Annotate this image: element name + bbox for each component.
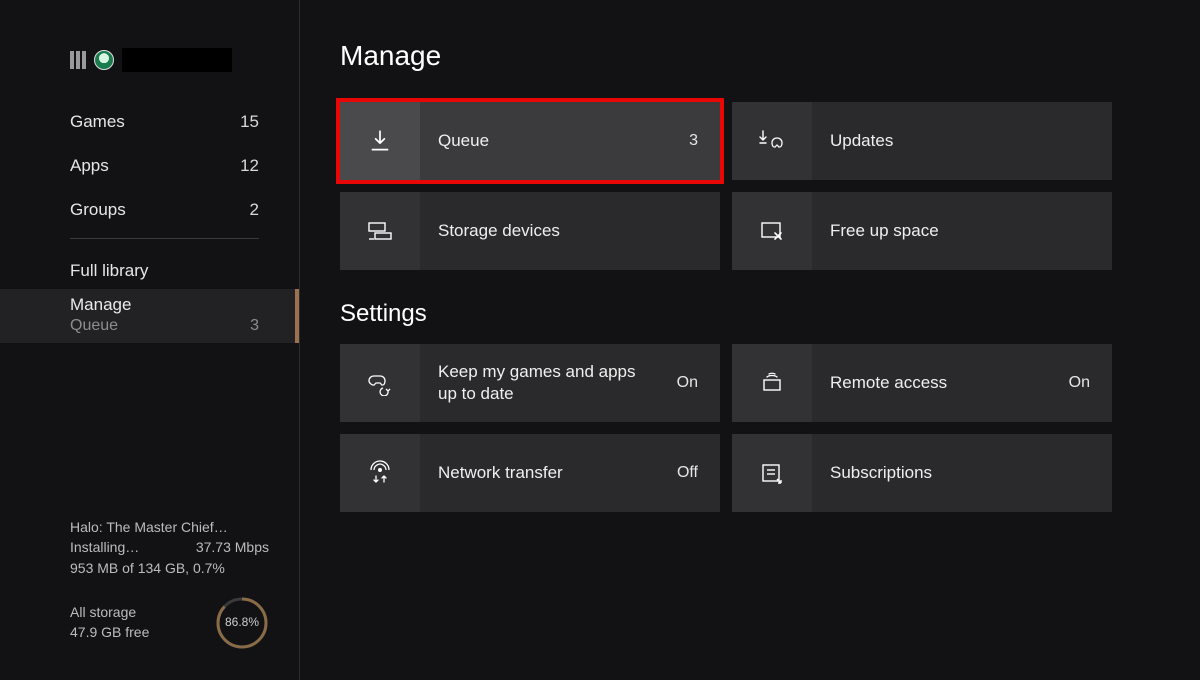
storage-label: All storage	[70, 603, 149, 623]
tile-label: Queue	[420, 130, 689, 152]
free-space-icon	[759, 219, 785, 243]
controller-sync-icon	[365, 370, 395, 396]
library-filter-icon	[70, 51, 86, 69]
sidebar-count: 2	[250, 200, 259, 220]
sidebar-manage-subcount: 3	[250, 317, 259, 335]
tile-label: Updates	[812, 130, 1090, 152]
tile-value: On	[1069, 374, 1112, 392]
sidebar-item-groups[interactable]: Groups 2	[70, 188, 259, 232]
manage-tiles: Queue 3 Updates	[340, 102, 1140, 270]
install-title: Halo: The Master Chief…	[70, 517, 269, 537]
tile-label: Free up space	[812, 220, 1090, 242]
download-controller-icon	[757, 129, 787, 153]
download-icon	[367, 128, 393, 154]
tile-value: 3	[689, 132, 720, 150]
sidebar-count: 12	[240, 156, 259, 176]
page-title: Manage	[340, 40, 1140, 72]
profile-block[interactable]	[0, 48, 299, 100]
sidebar-item-games[interactable]: Games 15	[70, 100, 259, 144]
tile-value: On	[677, 374, 720, 392]
install-detail: 953 MB of 134 GB, 0.7%	[70, 558, 269, 578]
install-speed: 37.73 Mbps	[196, 537, 269, 557]
sidebar-manage-sublabel: Queue	[70, 317, 118, 335]
sidebar-manage-label: Manage	[70, 295, 259, 315]
tile-value: Off	[677, 464, 720, 482]
subscriptions-icon	[759, 461, 785, 485]
storage-ring: 86.8%	[215, 596, 269, 650]
settings-tiles: Keep my games and apps up to date On Rem…	[340, 344, 1140, 512]
storage-free: 47.9 GB free	[70, 623, 149, 643]
tile-storage-devices[interactable]: Storage devices	[340, 192, 720, 270]
tile-label: Subscriptions	[812, 462, 1090, 484]
settings-title: Settings	[340, 300, 1140, 328]
tile-free-up-space[interactable]: Free up space	[732, 192, 1112, 270]
install-progress-block[interactable]: Halo: The Master Chief… Installing… 37.7…	[70, 517, 269, 650]
sidebar-divider	[70, 238, 259, 239]
tile-queue[interactable]: Queue 3	[340, 102, 720, 180]
install-status: Installing…	[70, 537, 139, 557]
remote-access-icon	[758, 371, 786, 395]
sidebar-item-manage-active[interactable]: Manage Queue 3	[0, 289, 299, 343]
sidebar-label: Apps	[70, 156, 109, 176]
app-root: Games 15 Apps 12 Groups 2 Full library M…	[0, 0, 1200, 680]
tile-updates[interactable]: Updates	[732, 102, 1112, 180]
sidebar-label: Games	[70, 112, 125, 132]
storage-percent: 86.8%	[215, 596, 269, 650]
sidebar: Games 15 Apps 12 Groups 2 Full library M…	[0, 0, 300, 680]
sidebar-category-list: Games 15 Apps 12 Groups 2	[0, 100, 299, 232]
tile-label: Keep my games and apps up to date	[420, 361, 677, 405]
sidebar-count: 15	[240, 112, 259, 132]
sidebar-item-apps[interactable]: Apps 12	[70, 144, 259, 188]
tile-remote-access[interactable]: Remote access On	[732, 344, 1112, 422]
main-panel: Manage Queue 3 U	[300, 0, 1200, 680]
storage-devices-icon	[366, 219, 394, 243]
network-transfer-icon	[366, 460, 394, 486]
storage-summary[interactable]: All storage 47.9 GB free 86.8%	[70, 596, 269, 650]
sidebar-item-full-library[interactable]: Full library	[0, 253, 299, 289]
gamertag-redacted	[122, 48, 232, 72]
avatar	[94, 50, 114, 70]
sidebar-label: Groups	[70, 200, 126, 220]
tile-label: Storage devices	[420, 220, 698, 242]
tile-label: Network transfer	[420, 462, 677, 484]
tile-label: Remote access	[812, 372, 1069, 394]
tile-network-transfer[interactable]: Network transfer Off	[340, 434, 720, 512]
tile-keep-up-to-date[interactable]: Keep my games and apps up to date On	[340, 344, 720, 422]
tile-subscriptions[interactable]: Subscriptions	[732, 434, 1112, 512]
